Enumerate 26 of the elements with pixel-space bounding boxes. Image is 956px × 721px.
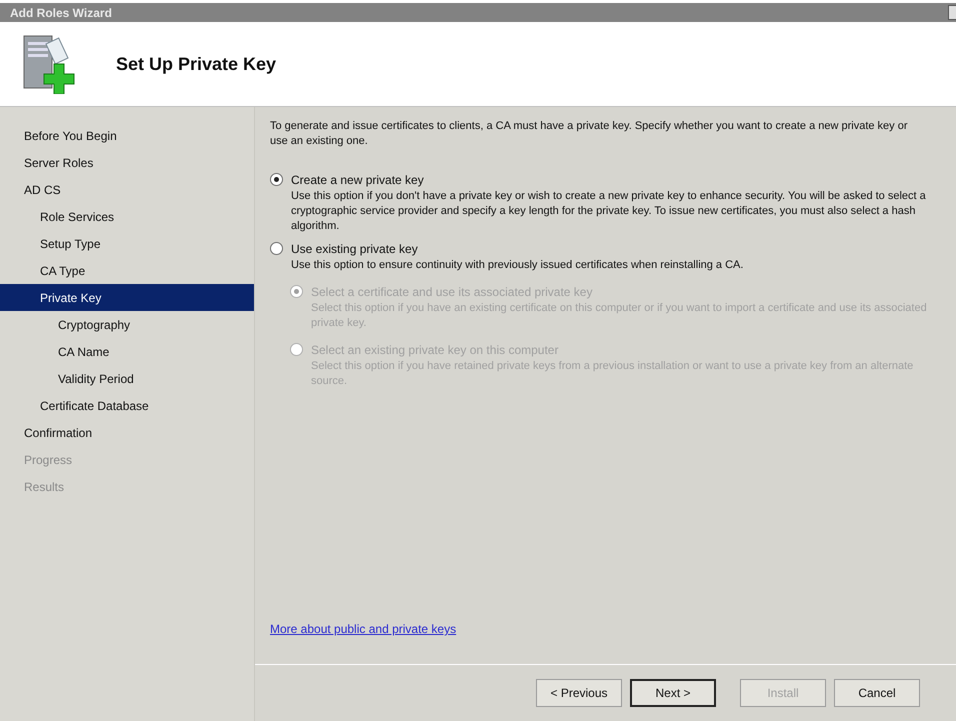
close-button[interactable] (948, 5, 956, 20)
sidebar-item[interactable]: Certificate Database (0, 392, 254, 419)
radio-button[interactable] (270, 242, 283, 255)
radio-button[interactable] (270, 173, 283, 186)
help-link[interactable]: More about public and private keys (270, 620, 456, 638)
sidebar-item[interactable]: Setup Type (0, 230, 254, 257)
sidebar-item[interactable]: Before You Begin (0, 122, 254, 149)
wizard-button[interactable]: Cancel (834, 679, 920, 707)
sidebar-item[interactable]: Role Services (0, 203, 254, 230)
wizard-button[interactable]: Next > (630, 679, 716, 707)
sidebar-item[interactable]: Private Key (0, 284, 254, 311)
sidebar-item[interactable]: Confirmation (0, 419, 254, 446)
option-label: Use existing private key (291, 241, 418, 258)
option-label: Create a new private key (291, 172, 424, 189)
intro-text: To generate and issue certificates to clients, a CA must have a private key. Specify whether you want to create a new private key or use an existing one. (270, 119, 909, 149)
option-description: Use this option to ensure continuity with previously issued certificates when reinstalling a CA. (290, 258, 744, 273)
option-description: Use this option if you don't have a private key or wish to create a new private key to enhance security. You will be asked to select a cryptographic service provider and specify a key length for the private key. To issue new certificates, you must also select a hash algorithm. (290, 189, 927, 234)
window-title: Add Roles Wizard (10, 4, 112, 22)
sidebar-item[interactable]: Server Roles (0, 149, 254, 176)
sidebar-item[interactable]: AD CS (0, 176, 254, 203)
sidebar-item[interactable]: CA Name (0, 338, 254, 365)
sidebar-item[interactable]: CA Type (0, 257, 254, 284)
page-title: Set Up Private Key (116, 52, 276, 76)
sidebar-item[interactable]: Cryptography (0, 311, 254, 338)
sidebar-item[interactable]: Validity Period (0, 365, 254, 392)
wizard-button[interactable]: < Previous (536, 679, 622, 707)
